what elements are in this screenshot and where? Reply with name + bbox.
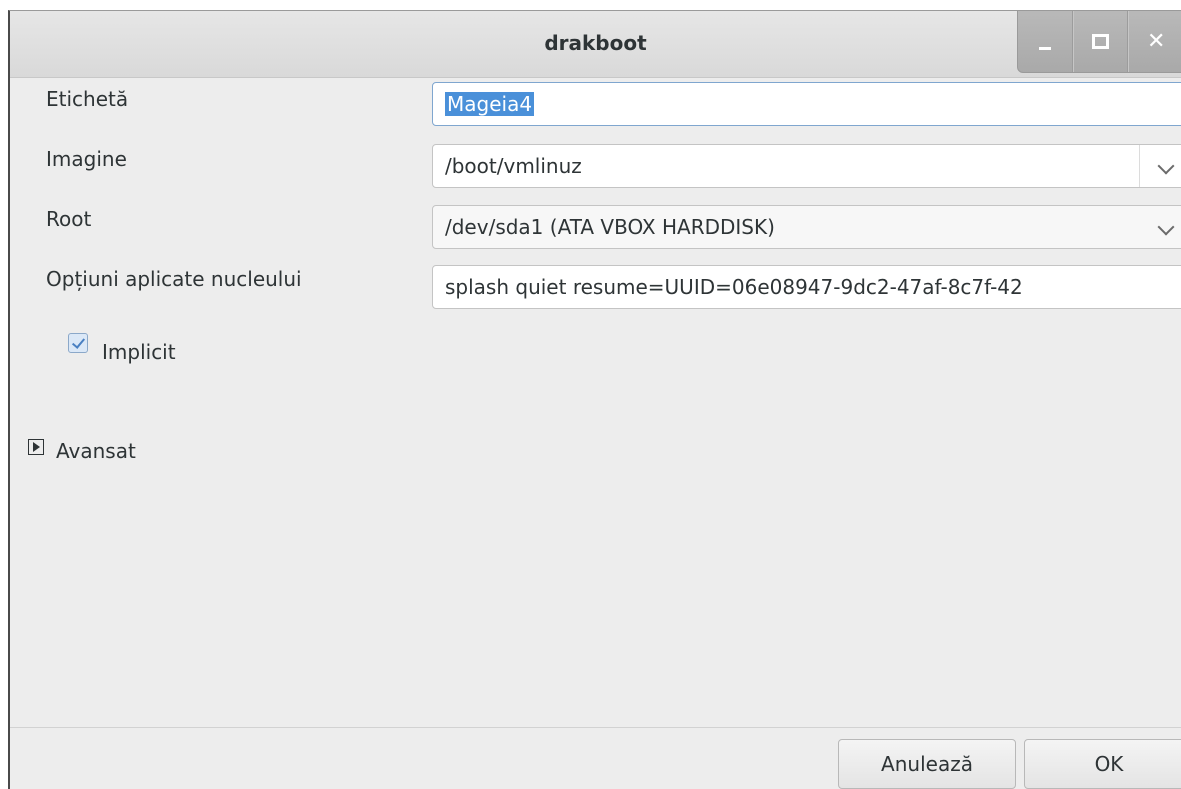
default-checkbox-label[interactable]: Implicit [102,340,176,364]
footer-divider [10,727,1181,728]
minimize-button[interactable] [1018,11,1073,72]
root-combobox-value: /dev/sda1 (ATA VBOX HARDDISK) [445,215,775,239]
image-field-label: Imagine [46,147,127,171]
title-bar[interactable]: drakboot ✕ [10,11,1181,78]
kernel-options-value: splash quiet resume=UUID=06e08947-9dc2-4… [445,275,1023,299]
chevron-down-icon[interactable] [1157,218,1175,236]
cancel-button[interactable]: Anulează [838,739,1016,789]
window-controls: ✕ [1017,11,1181,73]
close-icon: ✕ [1146,28,1166,54]
root-field-label: Root [46,207,92,231]
chevron-down-icon[interactable] [1157,157,1175,175]
kernel-options-input[interactable]: splash quiet resume=UUID=06e08947-9dc2-4… [432,265,1181,309]
minimize-icon [1038,46,1051,50]
window-title: drakboot [544,31,647,55]
label-input[interactable]: Mageia4 [432,82,1181,126]
drakboot-window: drakboot ✕ Etichetă Mageia4 Imagine /boo… [8,10,1181,789]
combo-separator [1139,145,1140,187]
label-field-label: Etichetă [46,87,129,111]
ok-button[interactable]: OK [1024,739,1181,789]
label-input-value: Mageia4 [445,92,535,116]
close-button[interactable]: ✕ [1128,11,1181,72]
image-combobox[interactable]: /boot/vmlinuz [432,144,1181,188]
default-checkbox[interactable] [68,333,88,353]
expander-arrow-icon[interactable] [28,439,44,455]
kernel-options-label: Opțiuni aplicate nucleului [46,267,302,291]
image-combobox-value: /boot/vmlinuz [445,154,582,178]
maximize-icon [1092,33,1109,49]
maximize-button[interactable] [1072,11,1129,72]
root-combobox[interactable]: /dev/sda1 (ATA VBOX HARDDISK) [432,205,1181,249]
advanced-expander-label[interactable]: Avansat [56,439,136,463]
